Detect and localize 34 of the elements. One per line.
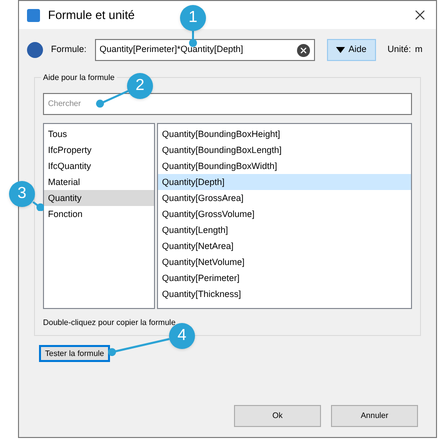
- formula-item[interactable]: Quantity[GrossVolume]: [158, 206, 411, 222]
- formula-item[interactable]: Quantity[Perimeter]: [158, 270, 411, 286]
- category-item[interactable]: Tous: [44, 126, 154, 142]
- clear-icon[interactable]: [296, 44, 310, 56]
- formula-field[interactable]: Quantity[Perimeter]*Quantity[Depth]: [94, 39, 315, 61]
- formula-label: Formule:: [51, 43, 87, 56]
- dialog-button[interactable]: Ok: [234, 405, 321, 427]
- formula-item[interactable]: Quantity[Thickness]: [158, 286, 411, 302]
- formula-item[interactable]: Quantity[Length]: [158, 222, 411, 238]
- formula-item[interactable]: Quantity[BoundingBoxLength]: [158, 142, 411, 158]
- triangle-icon: [336, 47, 345, 53]
- formula-item[interactable]: Quantity[Depth]: [158, 174, 411, 190]
- category-item[interactable]: Fonction: [44, 206, 154, 222]
- category-item[interactable]: Quantity: [44, 190, 154, 206]
- formula-item[interactable]: Quantity[BoundingBoxWidth]: [158, 158, 411, 174]
- help-icon[interactable]: [27, 42, 43, 58]
- formula-item[interactable]: Quantity[BoundingBoxHeight]: [158, 126, 411, 142]
- test-formula-button[interactable]: Tester la formule: [39, 345, 110, 362]
- category-item[interactable]: Material: [44, 174, 154, 190]
- help-toggle-button[interactable]: Aide: [326, 39, 376, 61]
- formula-item[interactable]: Quantity[NetArea]: [158, 238, 411, 254]
- callout-badge: 3: [9, 181, 35, 207]
- formula-item[interactable]: Quantity[NetVolume]: [158, 254, 411, 270]
- category-item[interactable]: IfcQuantity: [44, 158, 154, 174]
- formula-item[interactable]: Quantity[GrossArea]: [158, 190, 411, 206]
- formula-input[interactable]: Quantity[Perimeter]*Quantity[Depth]: [100, 43, 297, 57]
- search-field[interactable]: Chercher: [43, 92, 412, 114]
- category-item[interactable]: IfcProperty: [44, 142, 154, 158]
- window-title: Formule et unité: [48, 7, 135, 24]
- app-icon: [27, 8, 40, 22]
- group-title: Aide pour la formule: [41, 72, 117, 84]
- dialog-button[interactable]: Annuler: [331, 405, 418, 427]
- unit-value: m: [415, 43, 423, 56]
- unit-label: Unité:: [388, 43, 412, 56]
